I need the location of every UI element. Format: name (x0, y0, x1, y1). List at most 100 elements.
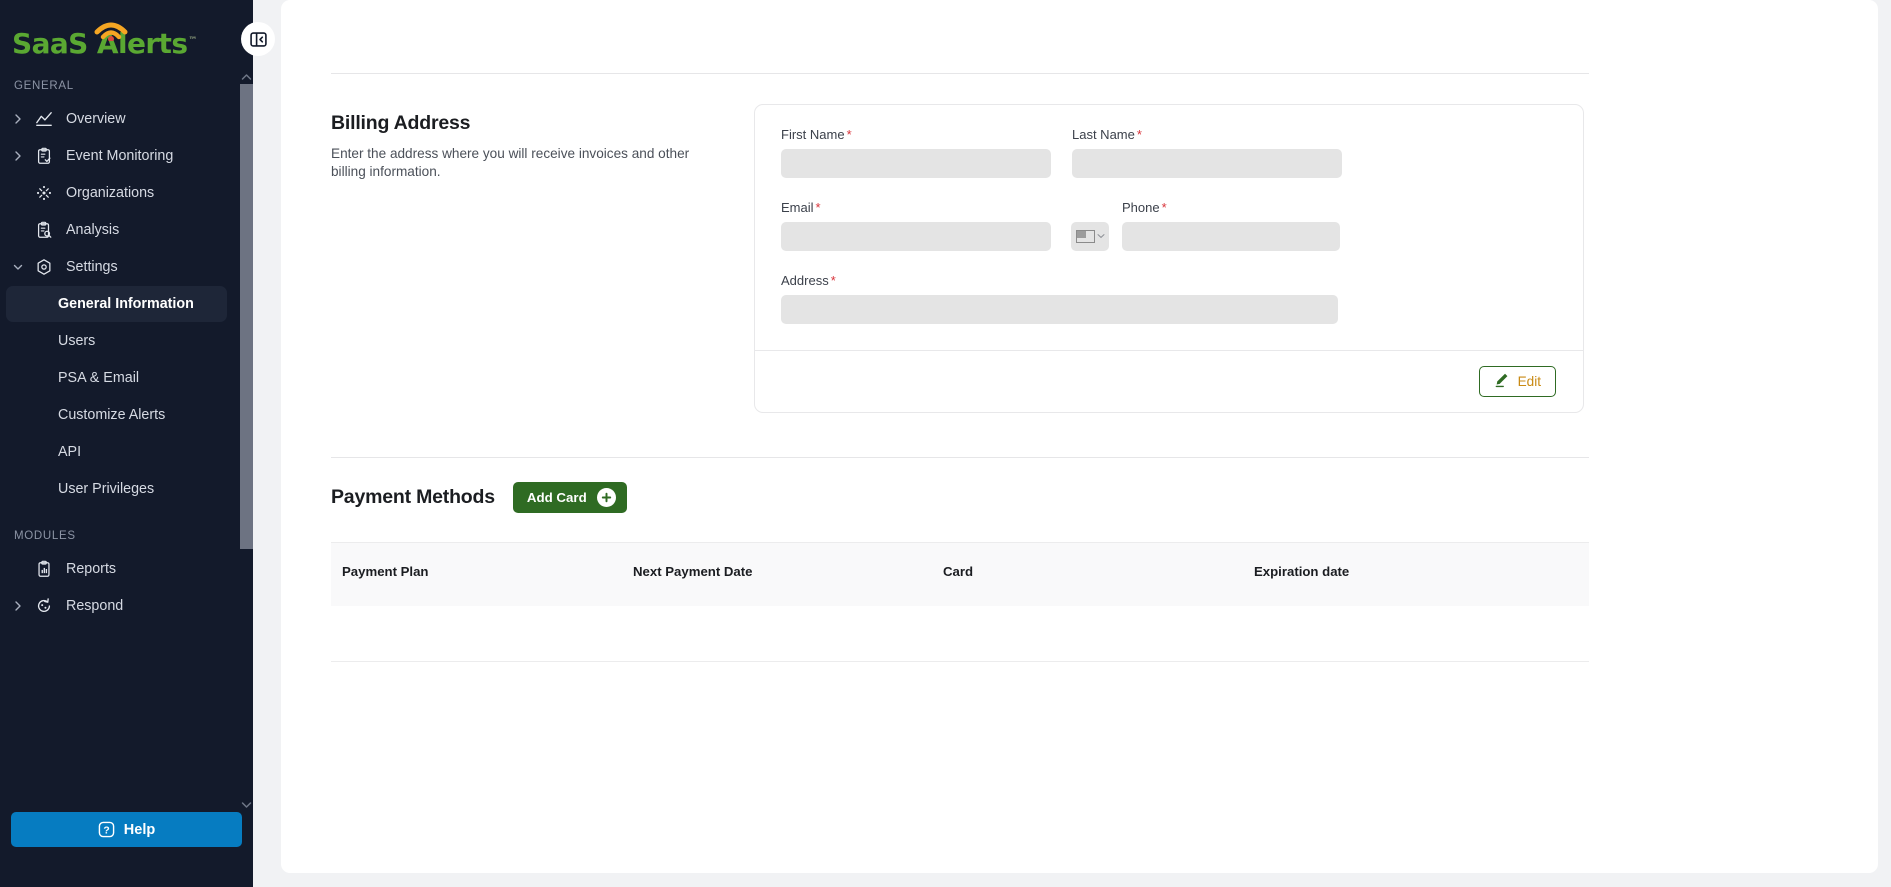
sidebar-item-event-monitoring[interactable]: Event Monitoring (6, 138, 227, 174)
clipboard-search-icon (30, 221, 58, 239)
sidebar-item-label: API (58, 444, 82, 460)
scroll-down-icon[interactable] (240, 798, 253, 812)
clipboard-check-icon (30, 147, 58, 165)
billing-address-form-card: First Name * Last Name * Email * Phone *… (754, 104, 1584, 413)
sidebar-scrollbar[interactable] (240, 70, 253, 812)
nav-section-modules: MODULES (14, 530, 76, 542)
settings-content-card: Billing Address Enter the address where … (281, 0, 1878, 873)
required-marker: * (830, 273, 836, 288)
sidebar: SaaS Alerts™ GENERAL Overview Event Moni… (0, 0, 275, 887)
chevron-down-icon (1097, 233, 1105, 241)
column-header-expiration-date[interactable]: Expiration date (1254, 542, 1589, 606)
svg-text:?: ? (103, 825, 109, 836)
table-header-row: Payment Plan Next Payment Date Card Expi… (331, 542, 1589, 606)
billing-address-form: First Name * Last Name * Email * Phone *… (755, 105, 1583, 350)
sidebar-item-general-information[interactable]: General Information (6, 286, 227, 322)
edit-button[interactable]: Edit (1478, 366, 1556, 397)
add-card-button[interactable]: Add Card (512, 482, 627, 513)
add-card-label: Add Card (526, 490, 587, 505)
country-code-select[interactable] (1071, 222, 1109, 251)
required-marker: * (1136, 127, 1142, 142)
sidebar-item-organizations[interactable]: Organizations (6, 175, 227, 211)
sidebar-item-label: PSA & Email (58, 370, 140, 386)
sidebar-item-analysis[interactable]: Analysis (6, 212, 227, 248)
sidebar-item-label: Reports (66, 561, 117, 577)
sidebar-nav: GENERAL Overview Event Monitoring Organi… (0, 70, 253, 812)
table-header: Payment Plan Next Payment Date Card Expi… (331, 542, 1589, 606)
payment-methods-table-wrap: Payment Plan Next Payment Date Card Expi… (321, 542, 1838, 661)
sidebar-item-label: Organizations (66, 185, 155, 201)
form-row-address: Address * (781, 273, 1557, 324)
plus-circle-icon (596, 488, 616, 507)
table-body (331, 605, 1589, 661)
sidebar-item-label: Users (58, 333, 96, 349)
table-empty-row (331, 605, 1589, 661)
sidebar-collapse-toggle[interactable] (241, 22, 275, 56)
nav-section-general: GENERAL (14, 80, 74, 92)
payment-methods-header: Payment Methods Add Card (321, 482, 1838, 513)
email-input[interactable] (781, 222, 1051, 251)
billing-form-footer: Edit (755, 350, 1583, 412)
reports-icon (30, 560, 58, 578)
scroll-up-icon[interactable] (240, 70, 253, 84)
sidebar-item-user-privileges[interactable]: User Privileges (6, 471, 227, 507)
sidebar-item-label: Event Monitoring (66, 148, 174, 164)
first-name-input[interactable] (781, 149, 1051, 178)
help-section: ? Help (0, 812, 253, 887)
scrollbar-thumb[interactable] (240, 84, 253, 549)
required-marker: * (1161, 200, 1167, 215)
help-button[interactable]: ? Help (11, 812, 242, 847)
sidebar-item-label: Settings (66, 259, 118, 275)
wifi-signal-icon (94, 22, 128, 41)
respond-refresh-icon (30, 597, 58, 615)
sidebar-item-label: Overview (66, 111, 126, 127)
column-header-next-payment-date[interactable]: Next Payment Date (633, 542, 943, 606)
sidebar-item-api[interactable]: API (6, 434, 227, 470)
chevron-down-icon (6, 261, 30, 273)
panel-collapse-left-icon (249, 31, 267, 47)
phone-input[interactable] (1122, 222, 1340, 251)
us-flag-icon (1075, 230, 1095, 243)
column-header-payment-plan[interactable]: Payment Plan (331, 542, 633, 606)
form-row-names: First Name * Last Name * (781, 127, 1557, 178)
first-name-group: First Name * (781, 127, 1051, 178)
billing-address-info: Billing Address Enter the address where … (321, 104, 741, 413)
chevron-right-icon (6, 150, 30, 162)
help-label: Help (123, 821, 156, 838)
app-root: SaaS Alerts™ GENERAL Overview Event Moni… (0, 0, 1891, 887)
last-name-group: Last Name * (1072, 127, 1342, 178)
phone-label: Phone * (1122, 200, 1167, 215)
payment-methods-title: Payment Methods (331, 486, 495, 508)
sidebar-item-label: Respond (66, 598, 124, 614)
sidebar-item-customize-alerts[interactable]: Customize Alerts (6, 397, 227, 433)
table-bottom-divider (331, 660, 1589, 662)
top-spacer (321, 0, 1838, 73)
brand-logo[interactable]: SaaS Alerts™ (0, 0, 253, 70)
chevron-right-icon (6, 600, 30, 612)
chevron-right-icon (6, 113, 30, 125)
sidebar-item-label: Customize Alerts (58, 407, 166, 423)
content-inner: Billing Address Enter the address where … (281, 0, 1878, 662)
email-label: Email * (781, 200, 821, 215)
billing-address-description: Enter the address where you will receive… (331, 146, 690, 180)
sidebar-item-label: Analysis (66, 222, 120, 238)
payment-methods-table: Payment Plan Next Payment Date Card Expi… (331, 542, 1589, 661)
required-marker: * (846, 127, 852, 142)
sidebar-item-label: General Information (58, 296, 194, 312)
payment-methods-section: Payment Methods Add Card Payment Plan Ne… (321, 413, 1838, 662)
last-name-label: Last Name * (1072, 127, 1142, 142)
sidebar-item-reports[interactable]: Reports (6, 551, 227, 587)
sidebar-item-respond[interactable]: Respond (6, 588, 227, 624)
sidebar-item-settings[interactable]: Settings (6, 249, 227, 285)
sidebar-item-overview[interactable]: Overview (6, 101, 227, 137)
column-header-card[interactable]: Card (943, 542, 1254, 606)
address-label: Address * (781, 273, 836, 288)
address-input[interactable] (781, 295, 1338, 324)
sidebar-item-psa-email[interactable]: PSA & Email (6, 360, 227, 396)
email-group: Email * (781, 200, 1051, 251)
organizations-icon (30, 184, 58, 202)
last-name-input[interactable] (1072, 149, 1342, 178)
sidebar-item-users[interactable]: Users (6, 323, 227, 359)
chart-line-icon (30, 110, 58, 128)
billing-address-section: Billing Address Enter the address where … (321, 74, 1838, 413)
